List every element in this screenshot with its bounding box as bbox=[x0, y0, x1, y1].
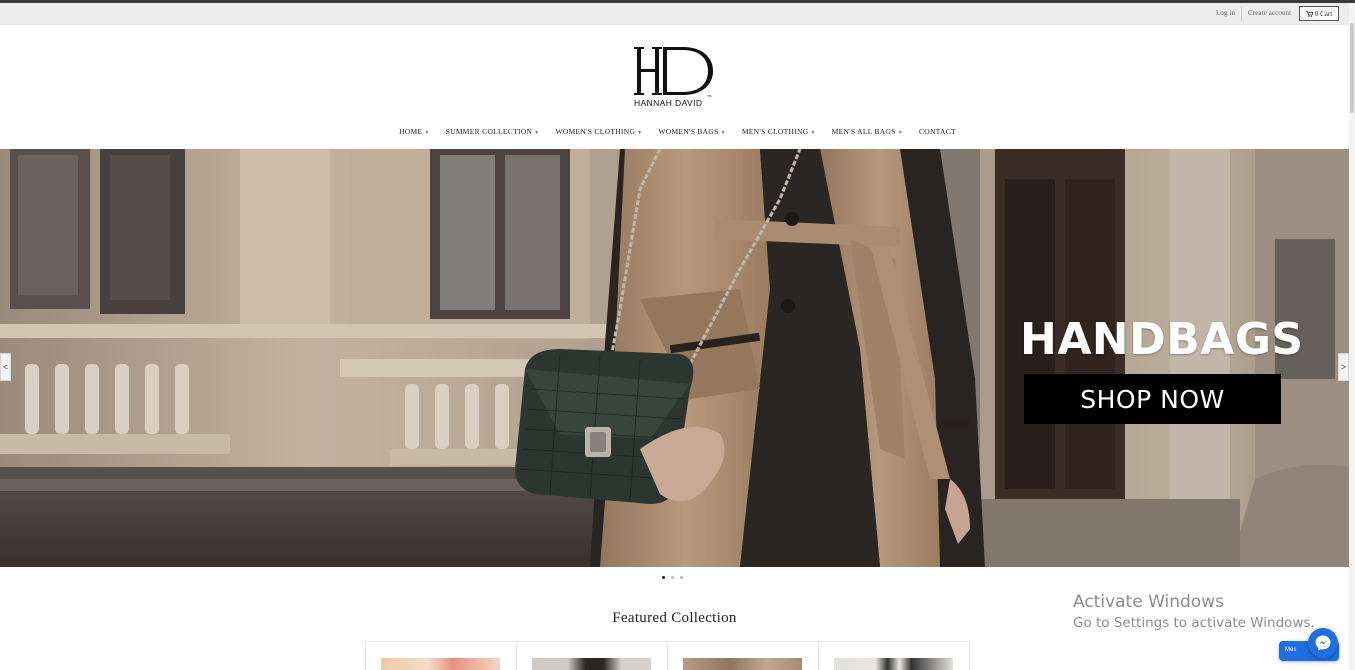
nav-label: CONTACT bbox=[918, 127, 956, 136]
messenger-label: Mes bbox=[1285, 647, 1297, 653]
product-card[interactable] bbox=[819, 642, 969, 670]
slide-dot-2[interactable] bbox=[671, 576, 674, 579]
nav-item-womens-bags[interactable]: WOMEN'S BAGS ▼ bbox=[650, 127, 733, 141]
slide-dot-1[interactable] bbox=[662, 576, 665, 579]
trademark-mark: TM bbox=[707, 94, 712, 98]
product-image[interactable] bbox=[381, 658, 500, 670]
brand-name: HANNAH DAVID bbox=[634, 98, 703, 108]
messenger-icon bbox=[1315, 635, 1331, 651]
slide-next-button[interactable]: > bbox=[1338, 353, 1349, 381]
chevron-down-icon: ▼ bbox=[424, 131, 430, 136]
nav-label: MEN'S ALL BAGS bbox=[831, 127, 896, 136]
nav-label: HOME bbox=[399, 127, 423, 136]
nav-item-mens-all-bags[interactable]: MEN'S ALL BAGS ▼ bbox=[824, 127, 911, 141]
slide-pagination bbox=[662, 576, 683, 579]
nav-label: MEN'S CLOTHING bbox=[741, 127, 809, 136]
nav-item-contact[interactable]: CONTACT bbox=[911, 127, 964, 141]
nav-item-home[interactable]: HOME ▼ bbox=[391, 127, 438, 141]
cart-icon bbox=[1305, 10, 1313, 17]
slide-prev-button[interactable]: < bbox=[0, 353, 11, 381]
chevron-down-icon: ▼ bbox=[637, 131, 643, 136]
hero-title: HANDBAGS bbox=[1020, 314, 1304, 365]
chevron-down-icon: ▼ bbox=[534, 131, 540, 136]
product-image[interactable] bbox=[532, 658, 651, 670]
chevron-down-icon: ▼ bbox=[810, 131, 816, 136]
cart-button[interactable]: 0 Cart bbox=[1299, 6, 1339, 21]
chevron-down-icon: ▼ bbox=[897, 131, 903, 136]
messenger-chat-button[interactable] bbox=[1308, 628, 1338, 658]
product-card[interactable] bbox=[366, 642, 517, 670]
main-nav: HOME ▼ SUMMER COLLECTION ▼ WOMEN'S CLOTHIN… bbox=[0, 127, 1355, 141]
hero-slideshow[interactable]: HANDBAGS SHOP NOW bbox=[0, 149, 1349, 567]
slide-dot-3[interactable] bbox=[680, 576, 683, 579]
product-image[interactable] bbox=[683, 658, 802, 670]
product-image[interactable] bbox=[834, 658, 953, 670]
nav-label: SUMMER COLLECTION bbox=[445, 127, 533, 136]
product-card[interactable] bbox=[668, 642, 819, 670]
login-link[interactable]: Log in bbox=[1216, 9, 1235, 17]
chevron-right-icon: > bbox=[1340, 362, 1347, 372]
product-card[interactable] bbox=[517, 642, 668, 670]
page-scrollbar[interactable] bbox=[1349, 3, 1355, 670]
nav-label: WOMEN'S BAGS bbox=[658, 127, 719, 136]
nav-item-mens-clothing[interactable]: MEN'S CLOTHING ▼ bbox=[734, 127, 824, 141]
windows-activation-watermark: Activate Windows Go to Settings to activ… bbox=[1073, 592, 1315, 631]
chevron-left-icon: < bbox=[2, 362, 9, 372]
nav-item-womens-clothing[interactable]: WOMEN'S CLOTHING ▼ bbox=[547, 127, 650, 141]
scrollbar-thumb[interactable] bbox=[1350, 23, 1354, 113]
nav-item-summer-collection[interactable]: SUMMER COLLECTION ▼ bbox=[438, 127, 548, 141]
utility-divider bbox=[1241, 7, 1242, 21]
create-account-link[interactable]: Create account bbox=[1248, 9, 1291, 17]
cart-label: 0 Cart bbox=[1314, 9, 1333, 18]
watermark-line-1: Activate Windows bbox=[1073, 592, 1224, 612]
product-grid bbox=[365, 641, 970, 670]
shop-now-button[interactable]: SHOP NOW bbox=[1024, 374, 1281, 424]
utility-bar: Log in Create account 0 Cart bbox=[0, 3, 1355, 25]
nav-label: WOMEN'S CLOTHING bbox=[555, 127, 636, 136]
chevron-down-icon: ▼ bbox=[720, 131, 726, 136]
watermark-line-2: Go to Settings to activate Windows. bbox=[1073, 615, 1315, 631]
